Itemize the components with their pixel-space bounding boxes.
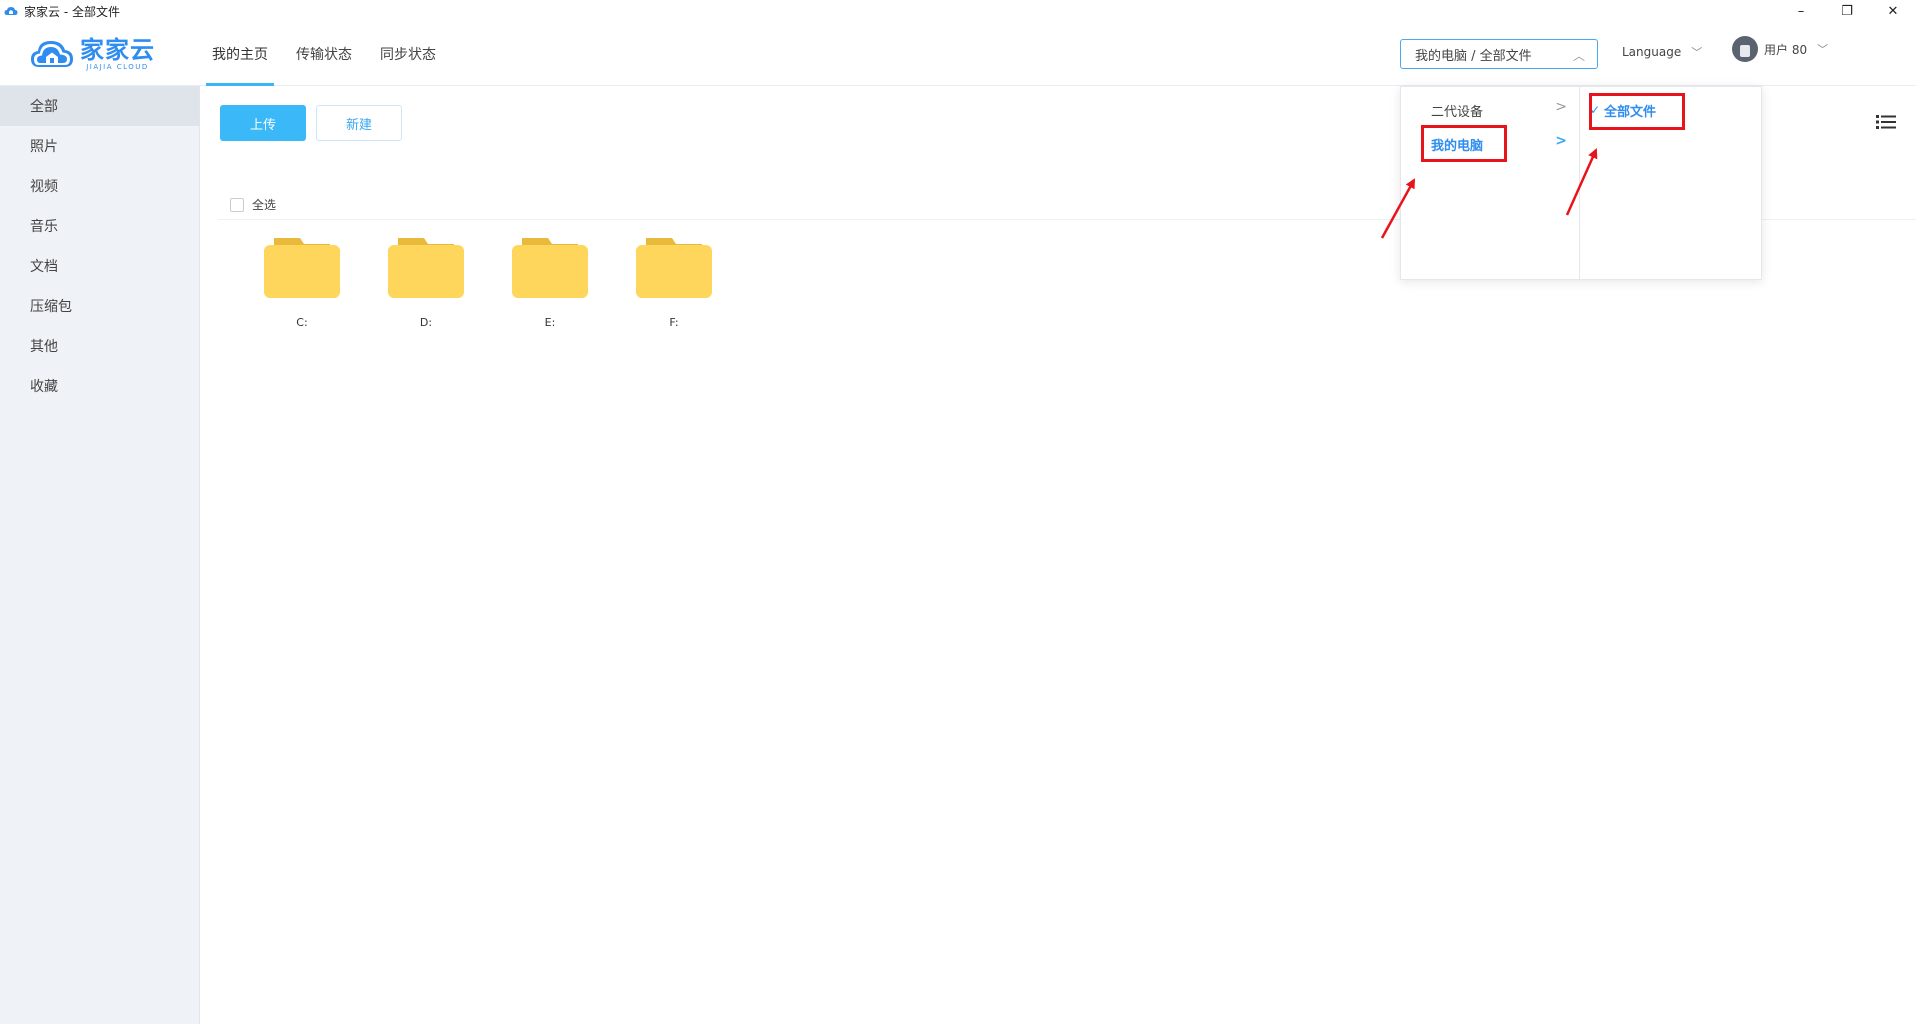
cloud-logo-icon bbox=[4, 7, 18, 15]
category-sidebar: 全部 照片 视频 音乐 文档 压缩包 其他 收藏 bbox=[0, 86, 200, 1024]
sidebar-item-archives[interactable]: 压缩包 bbox=[0, 286, 199, 326]
select-all-checkbox[interactable] bbox=[230, 197, 244, 212]
chevron-down-icon: ﹀ bbox=[1691, 46, 1703, 59]
close-button[interactable]: ✕ bbox=[1870, 0, 1916, 22]
app-header: 家家云 JIAJIA CLOUD 我的主页 传输状态 同步状态 我的电脑 / 全… bbox=[0, 22, 1916, 86]
logo-text-en: JIAJIA CLOUD bbox=[86, 63, 149, 71]
chevron-down-icon: ﹀ bbox=[1817, 43, 1829, 56]
title-bar: 家家云 - 全部文件 – ❐ ✕ bbox=[0, 0, 1916, 22]
cascader-item-label: 全部文件 bbox=[1604, 104, 1657, 120]
device-cascader-dropdown: 二代设备 > 我的电脑 > ✓ 全部文件 bbox=[1400, 86, 1762, 280]
folder-item[interactable]: D: bbox=[364, 236, 488, 329]
cascader-item-label: 二代设备 bbox=[1431, 104, 1484, 120]
cascader-item-all-files[interactable]: ✓ 全部文件 bbox=[1580, 93, 1761, 127]
folder-name: F: bbox=[669, 316, 679, 329]
folder-name: E: bbox=[544, 316, 556, 329]
app-logo: 家家云 JIAJIA CLOUD bbox=[30, 36, 155, 72]
logo-text-cn: 家家云 bbox=[80, 36, 155, 64]
path-select-value: 我的电脑 / 全部文件 bbox=[1415, 48, 1532, 64]
sidebar-item-photos[interactable]: 照片 bbox=[0, 126, 199, 166]
upload-button[interactable]: 上传 bbox=[220, 105, 306, 141]
sidebar-item-favorites[interactable]: 收藏 bbox=[0, 366, 199, 406]
folder-grid: C: D: E: F: bbox=[240, 236, 736, 329]
sidebar-item-documents[interactable]: 文档 bbox=[0, 246, 199, 286]
chevron-up-icon: ︿ bbox=[1572, 49, 1585, 63]
language-dropdown[interactable]: Language ﹀ bbox=[1622, 44, 1702, 60]
select-all-label: 全选 bbox=[252, 198, 277, 212]
user-menu[interactable]: 用户 80 ﹀ bbox=[1732, 36, 1828, 62]
restore-button[interactable]: ❐ bbox=[1824, 0, 1870, 22]
sidebar-item-music[interactable]: 音乐 bbox=[0, 206, 199, 246]
chevron-right-icon: > bbox=[1555, 99, 1568, 115]
folder-name: D: bbox=[419, 316, 433, 329]
tab-sync-status[interactable]: 同步状态 bbox=[378, 22, 438, 86]
language-label: Language bbox=[1622, 45, 1682, 59]
list-view-icon[interactable] bbox=[1876, 114, 1896, 130]
cascader-level2: ✓ 全部文件 bbox=[1580, 87, 1761, 279]
tab-transfer-status[interactable]: 传输状态 bbox=[294, 22, 354, 86]
new-button[interactable]: 新建 bbox=[316, 105, 402, 141]
sidebar-item-all[interactable]: 全部 bbox=[0, 86, 199, 126]
cascader-item-gen2-devices[interactable]: 二代设备 > bbox=[1401, 93, 1579, 127]
sidebar-item-videos[interactable]: 视频 bbox=[0, 166, 199, 206]
cascader-item-label: 我的电脑 bbox=[1431, 138, 1484, 154]
tab-home[interactable]: 我的主页 bbox=[206, 22, 274, 86]
folder-icon bbox=[264, 238, 340, 298]
check-icon: ✓ bbox=[1590, 103, 1601, 117]
chevron-right-icon: > bbox=[1555, 133, 1568, 149]
window-controls: – ❐ ✕ bbox=[1778, 0, 1916, 22]
folder-item[interactable]: F: bbox=[612, 236, 736, 329]
window-title: 家家云 - 全部文件 bbox=[24, 4, 120, 19]
cloud-house-icon bbox=[31, 41, 73, 67]
folder-icon bbox=[636, 238, 712, 298]
folder-icon bbox=[388, 238, 464, 298]
folder-name: C: bbox=[296, 316, 308, 329]
cascader-item-my-computer[interactable]: 我的电脑 > bbox=[1401, 127, 1579, 161]
avatar bbox=[1732, 36, 1758, 62]
minimize-button[interactable]: – bbox=[1778, 0, 1824, 22]
main-nav: 我的主页 传输状态 同步状态 bbox=[206, 22, 462, 86]
user-name: 用户 80 bbox=[1764, 42, 1808, 57]
cascader-level1: 二代设备 > 我的电脑 > bbox=[1401, 87, 1581, 279]
folder-item[interactable]: E: bbox=[488, 236, 612, 329]
folder-item[interactable]: C: bbox=[240, 236, 364, 329]
folder-icon bbox=[512, 238, 588, 298]
device-path-select[interactable]: 我的电脑 / 全部文件 ︿ bbox=[1400, 39, 1598, 69]
sidebar-item-other[interactable]: 其他 bbox=[0, 326, 199, 366]
